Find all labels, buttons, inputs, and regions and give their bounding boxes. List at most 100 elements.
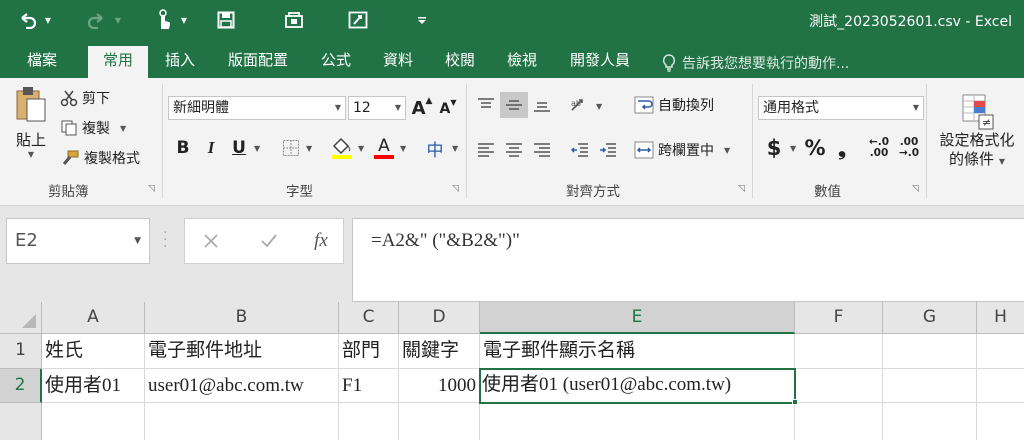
touch-mode-button[interactable]: ▼ xyxy=(148,6,194,34)
decrease-indent-button[interactable] xyxy=(568,138,592,162)
cell-c3[interactable] xyxy=(339,403,399,440)
camera-button[interactable] xyxy=(282,6,306,34)
align-right-button[interactable] xyxy=(530,138,554,162)
tab-review[interactable]: 校閱 xyxy=(432,48,488,78)
enter-button[interactable] xyxy=(257,229,281,253)
insert-function-button[interactable]: fx xyxy=(307,227,335,255)
align-middle-button[interactable] xyxy=(500,92,528,118)
borders-button[interactable] xyxy=(280,136,302,160)
cell-h3[interactable] xyxy=(977,403,1024,440)
customize-quick-access-button[interactable] xyxy=(414,6,430,34)
dialog-launcher-icon[interactable]: ◹ xyxy=(912,184,919,194)
cell-f1[interactable] xyxy=(795,334,883,369)
tab-formulas[interactable]: 公式 xyxy=(308,48,364,78)
cell-f3[interactable] xyxy=(795,403,883,440)
fill-handle[interactable] xyxy=(792,399,798,405)
percent-button[interactable]: % xyxy=(802,134,828,162)
cut-button[interactable]: 剪下 xyxy=(60,86,110,110)
select-all-button[interactable] xyxy=(0,302,42,334)
formula-input[interactable]: =A2&" ("&B2&")" xyxy=(352,218,1024,302)
merge-center-button[interactable]: 跨欄置中 ▼ xyxy=(634,138,730,162)
phonetic-guide-button[interactable]: 中 xyxy=(422,136,448,161)
cell-d1[interactable]: 關鍵字 xyxy=(399,334,480,369)
name-box[interactable]: E2 ▼ xyxy=(6,218,150,264)
column-header-h[interactable]: H xyxy=(977,302,1024,334)
comma-style-button[interactable]: ❟ xyxy=(832,134,852,162)
dialog-launcher-icon[interactable]: ◹ xyxy=(452,184,459,194)
grow-font-button[interactable]: A ▲ xyxy=(410,96,434,120)
wrap-text-icon xyxy=(634,96,654,114)
undo-button[interactable]: ▼ xyxy=(12,6,56,34)
column-header-b[interactable]: B xyxy=(145,302,339,334)
shrink-font-button[interactable]: A ▼ xyxy=(436,98,460,120)
cell-e2-active[interactable]: 使用者01 (user01@abc.com.tw) xyxy=(479,368,796,404)
cell-e1[interactable]: 電子郵件顯示名稱 xyxy=(480,334,795,369)
tab-view[interactable]: 檢視 xyxy=(494,48,550,78)
underline-button[interactable]: U xyxy=(228,136,250,160)
dialog-launcher-icon[interactable]: ◹ xyxy=(148,184,155,194)
cell-g1[interactable] xyxy=(883,334,977,369)
currency-button[interactable]: $ xyxy=(762,134,786,162)
conditional-formatting-button[interactable]: ≠ 設定格式化 的條件 ▼ xyxy=(930,86,1024,178)
tab-file[interactable]: 檔案 xyxy=(14,48,70,78)
increase-indent-button[interactable] xyxy=(596,138,620,162)
align-bottom-button[interactable] xyxy=(530,92,554,118)
cell-b1[interactable]: 電子郵件地址 xyxy=(145,334,339,369)
orientation-button[interactable]: ab xyxy=(568,92,592,118)
row-header-3[interactable] xyxy=(0,403,42,440)
font-color-button[interactable]: A xyxy=(372,134,396,162)
touch-mode-icon xyxy=(159,9,170,29)
cell-d3[interactable] xyxy=(399,403,480,440)
cell-b3[interactable] xyxy=(145,403,339,440)
cell-g2[interactable] xyxy=(883,369,977,403)
tab-home[interactable]: 常用 xyxy=(88,46,148,78)
tab-page-layout[interactable]: 版面配置 xyxy=(212,48,304,78)
decrease-decimal-button[interactable]: .00 →.0 xyxy=(896,134,922,162)
increase-decimal-button[interactable]: ←.0 .00 xyxy=(866,134,892,162)
cell-e3[interactable] xyxy=(480,403,795,440)
formula-bar-grip[interactable]: · · · xyxy=(163,226,167,254)
tab-developer[interactable]: 開發人員 xyxy=(556,48,644,78)
column-header-g[interactable]: G xyxy=(883,302,977,334)
align-left-button[interactable] xyxy=(474,138,498,162)
align-top-button[interactable] xyxy=(474,92,498,118)
cell-c2[interactable]: F1 xyxy=(339,369,399,403)
font-size-combo[interactable]: 12 ▼ xyxy=(348,96,406,120)
column-header-c[interactable]: C xyxy=(339,302,399,334)
cell-a2[interactable]: 使用者01 xyxy=(42,369,145,403)
cell-g3[interactable] xyxy=(883,403,977,440)
fill-color-button[interactable] xyxy=(330,134,354,162)
column-header-d[interactable]: D xyxy=(399,302,480,334)
format-painter-button[interactable]: 複製格式 xyxy=(60,146,140,170)
cell-d2[interactable]: 1000 xyxy=(399,369,480,403)
column-header-e[interactable]: E xyxy=(480,302,795,334)
column-header-f[interactable]: F xyxy=(795,302,883,334)
cancel-button[interactable] xyxy=(199,229,223,253)
decrease-decimal-bottom: →.0 xyxy=(898,147,920,159)
row-header-1[interactable]: 1 xyxy=(0,334,42,369)
tab-insert[interactable]: 插入 xyxy=(152,48,208,78)
number-format-combo[interactable]: 通用格式 ▼ xyxy=(758,96,924,120)
cell-f2[interactable] xyxy=(795,369,883,403)
italic-button[interactable]: I xyxy=(200,136,222,160)
form-button[interactable] xyxy=(346,6,370,34)
paste-button[interactable]: 貼上 ▼ xyxy=(8,84,54,160)
copy-button[interactable]: 複製 ▼ xyxy=(60,116,126,140)
align-center-button[interactable] xyxy=(502,138,526,162)
tab-data[interactable]: 資料 xyxy=(370,48,426,78)
font-name-combo[interactable]: 新細明體 ▼ xyxy=(168,96,346,120)
dialog-launcher-icon[interactable]: ◹ xyxy=(738,184,745,194)
redo-button[interactable]: ▼ xyxy=(80,6,128,34)
tell-me-search[interactable]: 告訴我您想要執行的動作... xyxy=(662,52,849,74)
cell-a1[interactable]: 姓氏 xyxy=(42,334,145,369)
column-header-a[interactable]: A xyxy=(42,302,145,334)
cell-a3[interactable] xyxy=(42,403,145,440)
cell-h1[interactable] xyxy=(977,334,1024,369)
cell-h2[interactable] xyxy=(977,369,1024,403)
bold-button[interactable]: B xyxy=(172,136,194,160)
wrap-text-button[interactable]: 自動換列 xyxy=(634,92,714,118)
cell-b2[interactable]: user01@abc.com.tw xyxy=(145,369,339,403)
cell-c1[interactable]: 部門 xyxy=(339,334,399,369)
row-header-2[interactable]: 2 xyxy=(0,369,42,403)
save-button[interactable] xyxy=(214,6,238,34)
